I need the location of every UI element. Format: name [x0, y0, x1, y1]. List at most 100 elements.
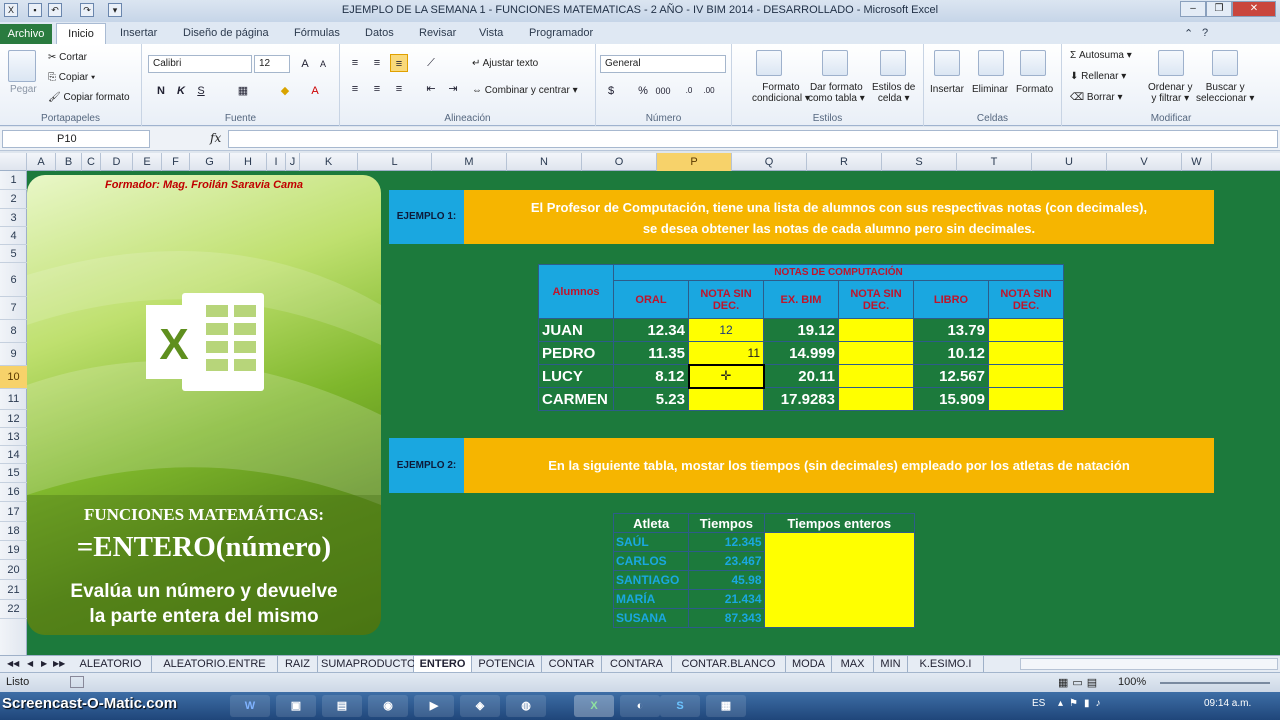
align-top-icon[interactable]: ≡	[346, 54, 364, 72]
cell-styles-icon[interactable]	[880, 50, 906, 76]
cell-ex-bim[interactable]: 14.999	[763, 341, 839, 365]
word-taskbar-icon[interactable]: W	[230, 695, 270, 717]
column-header-p[interactable]: P	[657, 153, 732, 171]
column-header-w[interactable]: W	[1182, 153, 1212, 171]
row-header-22[interactable]: 22	[0, 600, 27, 619]
row-header-17[interactable]: 17	[0, 502, 27, 522]
align-middle-icon[interactable]: ≡	[368, 54, 386, 72]
app-taskbar-icon[interactable]: ▣	[276, 695, 316, 717]
italic-icon[interactable]: K	[172, 82, 190, 100]
active-cell-p10[interactable]: ✛	[687, 363, 765, 389]
sheet-tab-raiz[interactable]: RAIZ	[278, 656, 318, 672]
column-header-f[interactable]: F	[162, 153, 190, 171]
cell-ex-bim[interactable]: 19.12	[763, 318, 839, 342]
cell-tiempos-enteros[interactable]	[763, 532, 915, 628]
sheet-tab-potencia[interactable]: POTENCIA	[472, 656, 542, 672]
row-header-19[interactable]: 19	[0, 541, 27, 560]
column-header-r[interactable]: R	[807, 153, 882, 171]
autosum-button[interactable]: Σ Autosuma ▾	[1070, 50, 1132, 61]
merge-center-button[interactable]: ⇔ Combinar y centrar ▾	[472, 85, 578, 96]
row-header-7[interactable]: 7	[0, 297, 27, 320]
clear-button[interactable]: ⌫ Borrar ▾	[1070, 92, 1123, 103]
macro-record-icon[interactable]	[70, 676, 84, 688]
column-header-v[interactable]: V	[1107, 153, 1182, 171]
column-header-h[interactable]: H	[230, 153, 267, 171]
font-color-icon[interactable]: A	[306, 82, 324, 100]
tab-vista[interactable]: Vista	[479, 27, 503, 39]
sheet-nav-first-icon[interactable]: ◀◀	[4, 656, 22, 672]
tab-inicio[interactable]: Inicio	[56, 23, 106, 45]
conditional-format-button[interactable]: Formato condicional ▾	[752, 82, 810, 104]
worksheet[interactable]: Formador: Mag. Froilán Saravia Cama X FU…	[27, 171, 1280, 655]
increase-indent-icon[interactable]: ⇥	[444, 80, 462, 98]
sheet-tab-aleatorio[interactable]: ALEATORIO	[70, 656, 152, 672]
cell-nota-sin-dec[interactable]	[988, 387, 1064, 411]
sheet-tab-contar[interactable]: CONTAR	[542, 656, 602, 672]
cell-nota-sin-dec[interactable]: 11	[688, 341, 764, 365]
sheet-tab-entero[interactable]: ENTERO	[414, 656, 472, 672]
cell-nota-sin-dec[interactable]	[838, 387, 914, 411]
ribbon-minimize-icon[interactable]: ⌃	[1184, 27, 1193, 40]
column-header-n[interactable]: N	[507, 153, 582, 171]
language-indicator[interactable]: ES	[1032, 698, 1045, 709]
cell-oral[interactable]: 11.35	[613, 341, 689, 365]
cell-nota-sin-dec[interactable]	[688, 387, 764, 411]
app2-taskbar-icon[interactable]: ◈	[460, 695, 500, 717]
select-all-corner[interactable]	[0, 153, 27, 171]
insert-cells-icon[interactable]	[934, 50, 960, 76]
restore-button[interactable]: ❐	[1206, 1, 1232, 17]
row-header-5[interactable]: 5	[0, 245, 27, 263]
app3-taskbar-icon[interactable]: ◍	[506, 695, 546, 717]
sheet-tab-aleatorio-entre[interactable]: ALEATORIO.ENTRE	[152, 656, 278, 672]
column-header-g[interactable]: G	[190, 153, 230, 171]
row-header-10[interactable]: 10	[0, 366, 27, 389]
row-header-14[interactable]: 14	[0, 446, 27, 464]
cell-nota-sin-dec[interactable]	[838, 341, 914, 365]
paste-icon[interactable]	[8, 50, 36, 82]
row-header-2[interactable]: 2	[0, 190, 27, 209]
row-header-12[interactable]: 12	[0, 410, 27, 428]
column-header-m[interactable]: M	[432, 153, 507, 171]
cell-nota-sin-dec[interactable]: 12	[688, 318, 764, 342]
column-header-o[interactable]: O	[582, 153, 657, 171]
number-format-select[interactable]: General	[600, 55, 726, 73]
close-button[interactable]: ✕	[1232, 1, 1276, 17]
view-buttons-icon[interactable]: ▦▭▤	[1058, 676, 1101, 689]
tab-datos[interactable]: Datos	[365, 27, 394, 39]
browser-taskbar-icon[interactable]: ◉	[368, 695, 408, 717]
column-header-s[interactable]: S	[882, 153, 957, 171]
cell-ex-bim[interactable]: 20.11	[763, 364, 839, 388]
increase-decimal-icon[interactable]: .0	[680, 82, 698, 100]
cell-oral[interactable]: 5.23	[613, 387, 689, 411]
sheet-tab-k-esimo-i[interactable]: K.ESIMO.I	[908, 656, 984, 672]
decrease-decimal-icon[interactable]: .00	[700, 82, 718, 100]
wrap-text-button[interactable]: ↵ Ajustar texto	[472, 58, 538, 69]
sheet-tab-contar-blanco[interactable]: CONTAR.BLANCO	[672, 656, 786, 672]
cell-oral[interactable]: 8.12	[613, 364, 689, 388]
cell-atleta[interactable]: CARLOS	[612, 551, 690, 571]
row-header-3[interactable]: 3	[0, 209, 27, 227]
borders-icon[interactable]: ▦	[234, 82, 252, 100]
cell-tiempo[interactable]: 45.98	[688, 570, 765, 590]
cell-tiempo[interactable]: 21.434	[688, 589, 765, 609]
format-cells-icon[interactable]	[1020, 50, 1046, 76]
tab-archivo[interactable]: Archivo	[0, 24, 52, 44]
column-header-q[interactable]: Q	[732, 153, 807, 171]
sheet-nav-next-icon[interactable]: ▶	[38, 656, 50, 672]
excel-taskbar-icon[interactable]: X	[574, 695, 614, 717]
cell-atleta[interactable]: SANTIAGO	[612, 570, 690, 590]
cell-nota-sin-dec[interactable]	[988, 341, 1064, 365]
sheet-tab-sumaproducto[interactable]: SUMAPRODUCTO	[318, 656, 416, 672]
tray-icons[interactable]: ▴⚑▮♪	[1058, 698, 1107, 709]
sheet-tab-min[interactable]: MIN	[874, 656, 908, 672]
skype-taskbar-icon[interactable]: S	[660, 695, 700, 717]
find-select-icon[interactable]	[1212, 50, 1238, 76]
column-header-u[interactable]: U	[1032, 153, 1107, 171]
currency-icon[interactable]: $	[602, 82, 620, 100]
tab-diseno[interactable]: Diseño de página	[183, 27, 269, 39]
row-header-15[interactable]: 15	[0, 464, 27, 483]
sort-filter-icon[interactable]	[1158, 50, 1184, 76]
minimize-button[interactable]: –	[1180, 1, 1206, 17]
sheet-nav-last-icon[interactable]: ▶▶	[50, 656, 68, 672]
zoom-level[interactable]: 100%	[1118, 676, 1146, 688]
